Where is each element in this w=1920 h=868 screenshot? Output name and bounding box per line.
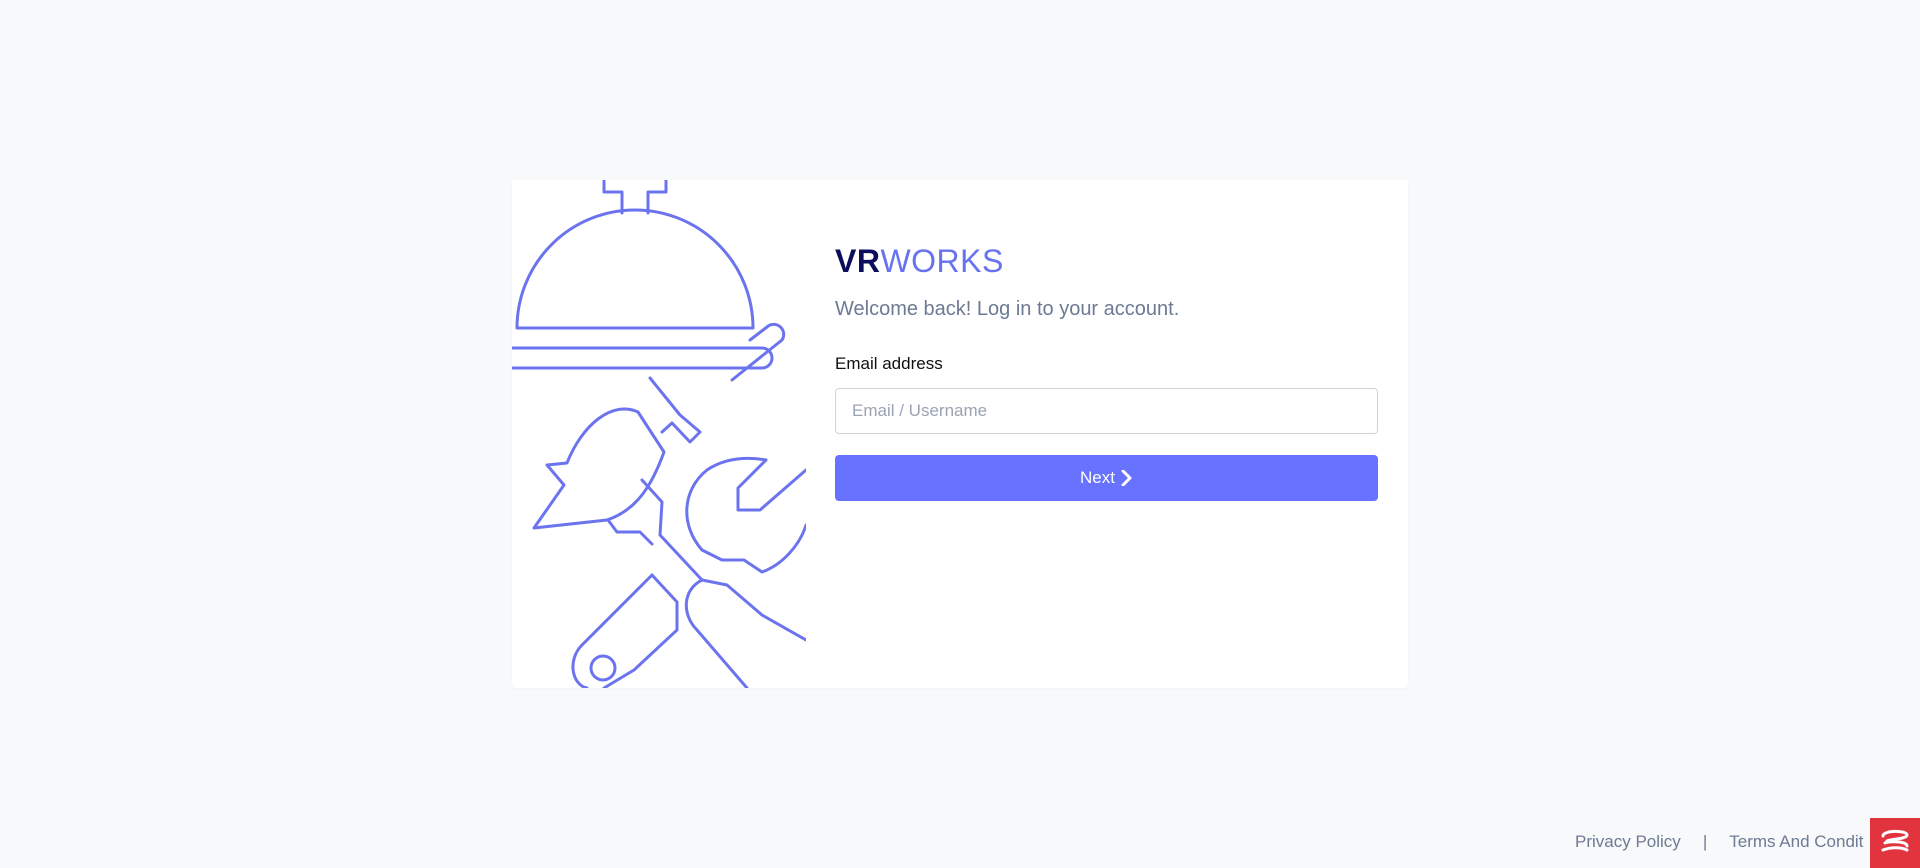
- next-button[interactable]: Next: [835, 455, 1378, 501]
- footer-separator: |: [1702, 832, 1708, 851]
- chat-icon: [1877, 826, 1913, 861]
- brand-logo-strong: VR: [835, 243, 881, 279]
- chat-widget-button[interactable]: [1870, 818, 1920, 868]
- brand-logo: VRWORKS: [835, 245, 1004, 277]
- terms-link[interactable]: Terms And Condit: [1729, 832, 1863, 852]
- screwdriver-icon: [571, 478, 806, 688]
- login-card: VRWORKS Welcome back! Log in to your acc…: [512, 180, 1408, 688]
- footer-links: Privacy Policy | Terms And Condit: [1575, 832, 1863, 852]
- welcome-text: Welcome back! Log in to your account.: [835, 298, 1180, 320]
- chevron-right-icon: [1121, 470, 1133, 486]
- email-label: Email address: [835, 354, 943, 373]
- wrench-icon: [685, 456, 806, 574]
- cloche-icon: [512, 180, 786, 382]
- privacy-policy-link[interactable]: Privacy Policy: [1575, 832, 1681, 852]
- email-input[interactable]: [835, 388, 1378, 434]
- next-button-label: Next: [1080, 468, 1115, 487]
- illustration: [512, 180, 806, 688]
- brand-logo-light: WORKS: [880, 243, 1004, 279]
- leaf-icon: [532, 376, 702, 546]
